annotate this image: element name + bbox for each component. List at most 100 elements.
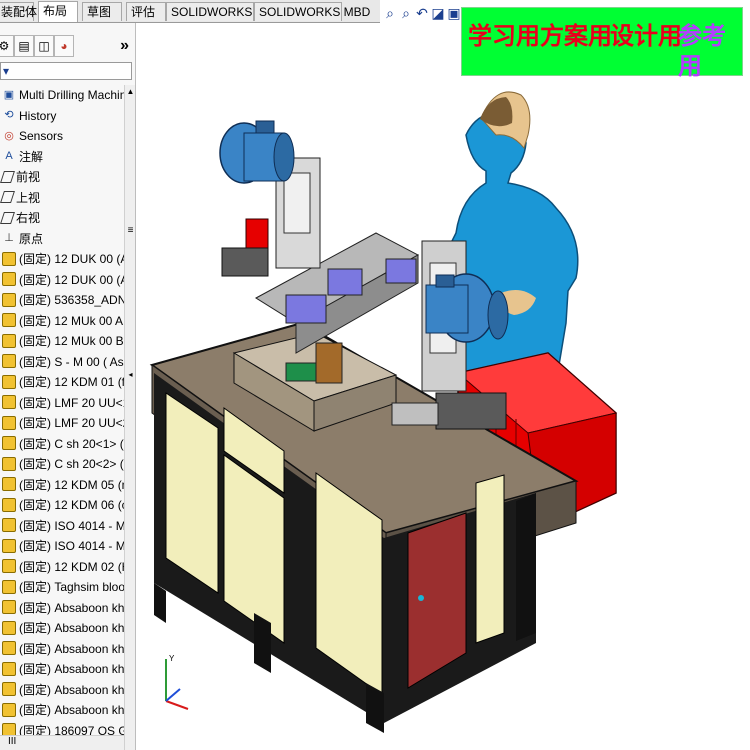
zoom-to-fit-icon[interactable]: ⌕ <box>382 5 398 21</box>
tree-item-label: (固定) S - M 00 ( Assen <box>19 354 124 369</box>
tree-item[interactable]: ⟲ History <box>0 106 124 127</box>
property-manager-icon[interactable]: ▤ <box>14 35 34 57</box>
history-icon: ⟲ <box>4 109 14 122</box>
sensor-icon: ◎ <box>4 129 14 142</box>
part-icon <box>2 538 16 553</box>
tree-item-label: (固定) 12 MUk 00 B (As <box>19 334 124 348</box>
tree-item[interactable]: A 注解 <box>0 147 124 168</box>
tree-vertical-scrollbar[interactable]: ▲ ≡ ◂ <box>124 85 135 750</box>
part-icon <box>2 477 16 492</box>
part-icon <box>2 333 16 348</box>
tab-solidworks-mbd[interactable]: SOLIDWORKS MBD <box>254 2 370 21</box>
tab-layout[interactable]: 布局 <box>38 1 78 22</box>
tree-item-label: (固定) Absaboon khor <box>19 703 124 717</box>
section-view-icon[interactable]: ◪ <box>430 5 446 21</box>
tree-item[interactable]: (固定) 12 MUk 00 B (As <box>0 331 124 352</box>
tree-item-label: (固定) Absaboon khor( <box>19 621 124 635</box>
tree-item[interactable]: (固定) Absaboon khor <box>0 680 124 701</box>
tree-item-label: (固定) 12 DUK 00 (ASS) <box>19 272 124 287</box>
tree-item-label: Sensors <box>19 129 64 143</box>
filter-icon[interactable]: ▾ <box>3 63 9 79</box>
scroll-grip-icon[interactable]: ≡ <box>125 225 135 236</box>
tree-item[interactable]: (固定) ISO 4014 - M10 <box>0 516 124 537</box>
tree-item[interactable]: (固定) C sh 20<2> (默认 <box>0 454 124 475</box>
feature-manager-panel: ⚙ ▤ ◫ ◕ » ▾ ▣Multi Drilling Machine (De … <box>0 23 136 750</box>
part-icon <box>2 313 16 328</box>
tree-item-label: (固定) ISO 4014 - M10 <box>19 539 124 553</box>
tree-item[interactable]: ⊥ 原点 <box>0 229 124 250</box>
feature-tree: ▣Multi Drilling Machine (De ⟲ History ◎ Sen… <box>0 85 124 741</box>
tree-item[interactable]: (固定) Absaboon khor( <box>0 598 124 619</box>
tree-filter-input[interactable]: ▾ <box>0 62 132 80</box>
tree-item-label: (固定) LMF 20 UU<1> ( <box>19 395 124 410</box>
part-icon <box>2 292 16 307</box>
tree-item[interactable]: (固定) S - M 00 ( Assen <box>0 352 124 373</box>
tree-item[interactable]: (固定) C sh 20<1> (默认 <box>0 434 124 455</box>
tree-item-label: (固定) C sh 20<1> (默认 <box>19 436 124 451</box>
tree-item-label: (固定) 12 KDM 01 (fixtu <box>19 375 124 389</box>
configuration-manager-icon[interactable]: ◫ <box>34 35 54 57</box>
scroll-marker-icon: ◂ <box>128 370 133 379</box>
tree-item[interactable]: (固定) 12 MUk 00 A (As <box>0 311 124 332</box>
machine-model-render <box>149 91 618 733</box>
scroll-up-icon[interactable]: ▲ <box>125 87 135 96</box>
part-icon <box>2 579 16 594</box>
appearance-manager-icon[interactable]: ◕ <box>54 35 74 57</box>
tree-item-label: (固定) 12 KDM 02 (HOI <box>19 559 124 574</box>
tree-item[interactable]: (固定) 12 DUK 00 (ASS) <box>0 249 124 270</box>
tree-item-label: 前视 <box>16 170 41 184</box>
svg-text:Y: Y <box>169 654 175 663</box>
tree-item-label: (固定) Taghsim blook ( <box>19 580 124 594</box>
tree-item[interactable]: ◎ Sensors <box>0 126 124 147</box>
tree-item[interactable]: (固定) 12 DUK 00 (ASS) <box>0 270 124 291</box>
tree-item[interactable]: (固定) Taghsim blook ( <box>0 577 124 598</box>
tree-item-label: (固定) ISO 4014 - M10 <box>19 518 124 533</box>
tree-item[interactable]: (固定) LMF 20 UU<2> ( <box>0 413 124 434</box>
tree-item[interactable]: (固定) 12 KDM 05 (mai <box>0 475 124 496</box>
tree-item-label: (固定) C sh 20<2> (默认 <box>19 457 124 471</box>
tree-item[interactable]: (固定) 12 KDM 02 (HOI <box>0 557 124 578</box>
tree-item[interactable]: (固定) Absaboon khor <box>0 700 124 721</box>
tree-item-label: 右视 <box>16 211 41 225</box>
zoom-area-icon[interactable]: ⌕ <box>398 5 414 21</box>
part-icon <box>2 374 16 389</box>
view-orientation-icon[interactable]: ▣ <box>446 5 462 21</box>
tree-item-label: 原点 <box>19 231 44 246</box>
tree-item[interactable]: (固定) 12 KDM 01 (fixtu <box>0 372 124 393</box>
tree-item[interactable]: 前视 <box>0 167 124 188</box>
part-icon <box>2 354 16 369</box>
tree-item[interactable]: (固定) Absaboon khor <box>0 659 124 680</box>
tree-item-label: 注解 <box>19 149 44 164</box>
motor-left <box>219 120 295 184</box>
tree-item[interactable]: (固定) LMF 20 UU<1> ( <box>0 393 124 414</box>
tree-horizontal-scrollbar[interactable]: III <box>0 735 124 750</box>
graphics-viewport[interactable]: Y <box>136 23 750 750</box>
assembly-icon: ▣ <box>3 88 15 101</box>
part-icon <box>2 600 16 615</box>
tree-item[interactable]: (固定) 12 KDM 06 (com <box>0 495 124 516</box>
origin-icon: ⊥ <box>4 232 14 245</box>
plane-icon <box>0 191 15 204</box>
tree-item[interactable]: 右视 <box>0 208 124 229</box>
tree-item[interactable]: (固定) Absaboon khor <box>0 639 124 660</box>
tree-item-label: (固定) 12 KDM 05 (mai <box>19 477 124 492</box>
tree-item[interactable]: (固定) 536358_ADN_80_ <box>0 290 124 311</box>
tree-item-label: (固定) 12 KDM 06 (com <box>19 498 124 512</box>
tree-item[interactable]: (固定) ISO 4014 - M10 <box>0 536 124 557</box>
axis-triad: Y <box>165 654 189 710</box>
tree-item-label: (固定) 536358_ADN_80_ <box>19 293 124 307</box>
tab-evaluate[interactable]: 评估 <box>126 2 166 21</box>
feature-tree-icon[interactable]: ⚙ <box>0 35 14 57</box>
panel-toolbar: ⚙ ▤ ◫ ◕ » <box>0 35 135 59</box>
plane-icon <box>0 211 15 224</box>
tree-item[interactable]: 上视 <box>0 188 124 209</box>
previous-view-icon[interactable]: ↶ <box>414 5 430 21</box>
expand-chevron-icon[interactable]: » <box>120 37 129 55</box>
tree-item-label: History <box>19 108 57 123</box>
tree-item[interactable]: (固定) Absaboon khor( <box>0 618 124 639</box>
tab-assembly[interactable]: 装配体 <box>0 2 37 21</box>
tree-root-assembly[interactable]: ▣Multi Drilling Machine (De <box>0 85 124 106</box>
tab-solidworks-addins[interactable]: SOLIDWORKS 插件 <box>166 2 280 21</box>
tab-sketch[interactable]: 草图 <box>82 2 122 21</box>
part-icon <box>2 415 16 430</box>
